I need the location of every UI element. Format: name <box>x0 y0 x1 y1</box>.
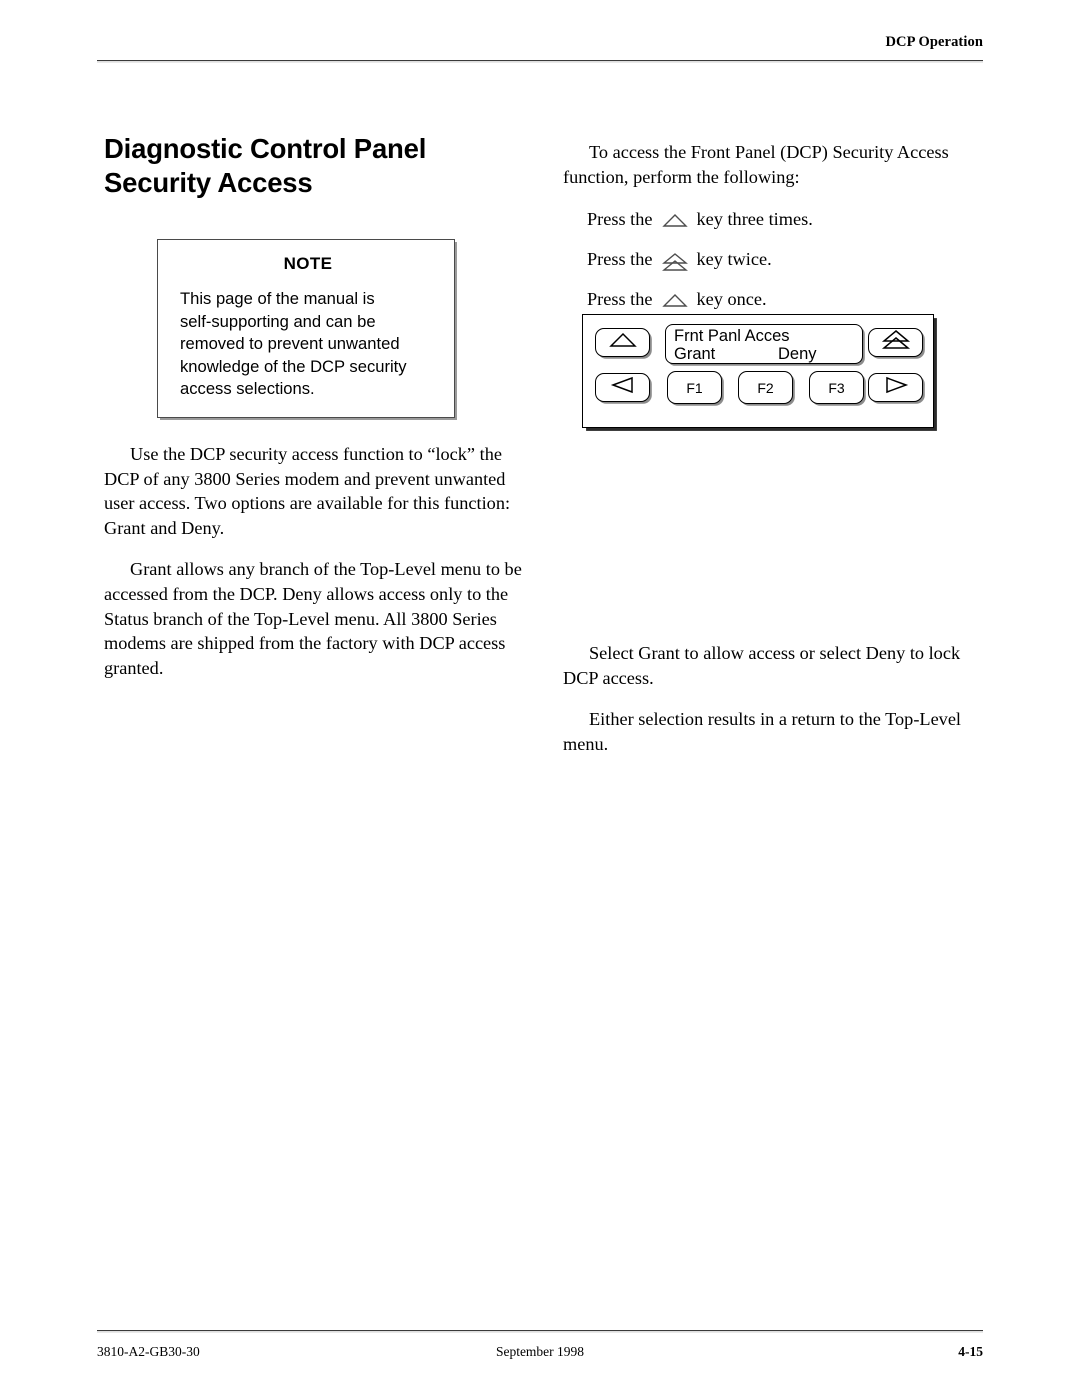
paragraph-line: modems are shipped from the factory with… <box>104 633 506 654</box>
paragraph-line: Either selection results in a return to … <box>589 709 962 730</box>
note-line: access selections. <box>180 379 315 399</box>
right-column: To access the Front Panel (DCP) Security… <box>563 140 981 757</box>
dcp-key-f2-label: F2 <box>757 379 774 396</box>
paragraph-line: Use the DCP security access function to … <box>130 444 502 464</box>
dcp-key-up[interactable] <box>595 328 650 357</box>
paragraph-line: DCP of any 3800 Series modem and prevent… <box>104 468 506 489</box>
paragraph-line: accessed from the DCP. Deny allows acces… <box>104 583 509 604</box>
left-triangle-key-icon <box>610 376 636 399</box>
note-line: self-supporting and can be <box>180 311 376 331</box>
paragraph: Either selection results in a return to … <box>563 707 981 756</box>
dcp-lcd-display: Frnt Panl Acces Grant Deny <box>665 324 863 364</box>
step-prefix: Press the <box>587 289 653 310</box>
paragraph-line: DCP access. <box>563 667 654 688</box>
up-triangle-key-icon <box>661 213 688 228</box>
note-line: knowledge of the DCP security <box>180 356 407 376</box>
step-prefix: Press the <box>587 209 653 230</box>
note-line: This page of the manual is <box>180 289 375 308</box>
left-column-body: Use the DCP security access function to … <box>104 442 522 680</box>
document-page: DCP Operation Diagnostic Control Panel S… <box>0 0 1080 1397</box>
up-triangle-key-icon <box>608 332 638 353</box>
press-key-step: Press the key three times. <box>587 207 981 231</box>
double-up-triangle-key-icon <box>661 252 688 271</box>
page-footer: 3810-A2-GB30-30 September 1998 4-15 <box>97 1330 983 1376</box>
lcd-line-2: Grant Deny <box>674 345 862 363</box>
page-title-line-2: Security Access <box>104 167 313 198</box>
left-column: Diagnostic Control Panel Security Access… <box>104 132 522 680</box>
paragraph-line: Grant allows any branch of the Top-Level… <box>130 559 522 580</box>
press-key-step: Press the key once. <box>587 287 981 311</box>
paragraph-line: function, perform the following: <box>563 166 800 187</box>
paragraph-line: granted. <box>104 657 164 678</box>
paragraph: Use the DCP security access function to … <box>104 442 516 540</box>
paragraph-line: menu. <box>563 733 609 754</box>
press-key-step: Press the key twice. <box>587 247 981 271</box>
right-triangle-key-icon <box>883 376 909 399</box>
lcd-option-grant: Grant <box>674 345 716 363</box>
page-title-line-1: Diagnostic Control Panel <box>104 133 427 164</box>
dcp-key-f1-label: F1 <box>686 379 703 396</box>
footer-rule <box>97 1330 983 1331</box>
dcp-key-right[interactable] <box>868 373 923 402</box>
paragraph-line: To access the Front Panel (DCP) Security… <box>589 142 949 162</box>
up-triangle-key-icon <box>661 293 688 308</box>
step-suffix: key once. <box>696 289 767 310</box>
dcp-key-left[interactable] <box>595 373 650 402</box>
page-header: DCP Operation <box>97 34 983 66</box>
lcd-line-1: Frnt Panl Acces <box>674 327 790 345</box>
note-callout-box: NOTE This page of the manual is self-sup… <box>157 239 455 418</box>
dcp-front-panel-figure: Frnt Panl Acces Grant Deny F1 F2 F3 <box>582 314 934 428</box>
note-line: removed to prevent unwanted <box>180 334 400 354</box>
dcp-key-f3[interactable]: F3 <box>809 371 864 404</box>
paragraph: To access the Front Panel (DCP) Security… <box>563 140 981 189</box>
lcd-option-deny: Deny <box>778 345 817 363</box>
double-up-triangle-key-icon <box>881 330 911 355</box>
page-title: Diagnostic Control Panel Security Access <box>104 132 516 200</box>
paragraph-line: Grant and Deny. <box>104 517 225 538</box>
footer-date: September 1998 <box>495 1344 585 1359</box>
paragraph-line: Select Grant to allow access or select D… <box>589 643 961 664</box>
dcp-key-f3-label: F3 <box>828 379 845 396</box>
header-rule <box>97 60 983 61</box>
dcp-key-double-up[interactable] <box>868 328 923 357</box>
note-label: NOTE <box>283 254 333 273</box>
dcp-panel-body: Frnt Panl Acces Grant Deny F1 F2 F3 <box>582 314 934 428</box>
step-prefix: Press the <box>587 249 653 270</box>
note-body: This page of the manual is self-supporti… <box>180 288 436 401</box>
paragraph-line: user access. Two options are available f… <box>104 493 511 514</box>
step-suffix: key twice. <box>696 249 772 270</box>
dcp-key-f1[interactable]: F1 <box>667 371 722 404</box>
header-title: DCP Operation <box>885 34 983 50</box>
step-suffix: key three times. <box>696 209 813 230</box>
paragraph: Select Grant to allow access or select D… <box>563 641 981 690</box>
dcp-key-f2[interactable]: F2 <box>738 371 793 404</box>
paragraph-line: Status branch of the Top-Level menu. All… <box>104 608 497 629</box>
right-column-closing: Select Grant to allow access or select D… <box>563 641 981 756</box>
paragraph: Grant allows any branch of the Top-Level… <box>104 557 522 680</box>
footer-page-number: 4-15 <box>958 1344 983 1359</box>
press-key-steps: Press the key three times. Press the key… <box>563 207 981 311</box>
